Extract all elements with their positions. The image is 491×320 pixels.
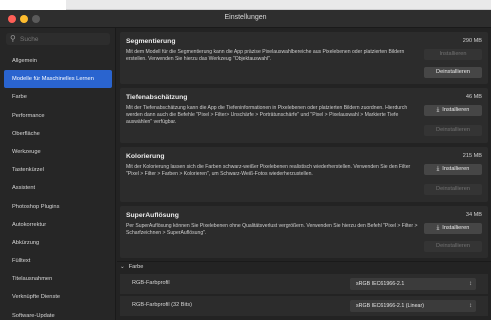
install-button-label: Installieren: [439, 51, 467, 57]
model-description: Mit der Tiefenabschätzung kann die App d…: [126, 105, 408, 126]
model-card-segmentierung: Segmentierung 290 MB Mit dem Modell für di…: [120, 32, 488, 84]
sidebar-item-verknüpfte-dienste[interactable]: Verknüpfte Dienste: [0, 288, 116, 306]
model-title: Kolorierung: [126, 153, 165, 160]
rgb-profile-32-select[interactable]: sRGB IEC61966-2.1 (Linear) ↕: [350, 300, 476, 312]
model-size: 46 MB: [465, 94, 482, 100]
sidebar-nav: Allgemein Modelle für Maschinelles Lernen…: [0, 52, 116, 320]
model-card-superaufloesung: SuperAuflösung 34 MB Per SuperAuflösung kö…: [120, 206, 488, 258]
search-box[interactable]: ⚲: [6, 33, 110, 45]
model-title: Segmentierung: [126, 38, 176, 45]
model-description: Mit dem Modell für die Segmentierung kan…: [126, 49, 405, 63]
model-description: Mit der Kolorierung lassen sich die Farb…: [126, 164, 411, 178]
title-bar: Einstellungen: [0, 10, 491, 28]
install-button[interactable]: Installieren: [424, 49, 482, 60]
download-icon: ⤓: [436, 107, 440, 113]
sidebar: ⚲ AllgemeinModelle für Maschinelles Lern…: [0, 28, 116, 320]
sidebar-item-performance[interactable]: Performance: [0, 107, 116, 125]
model-title: Tiefenabschätzung: [126, 94, 188, 101]
sidebar-item-oberfläche[interactable]: Oberfläche: [0, 125, 116, 143]
model-size: 290 MB: [462, 38, 482, 44]
rgb-profile-select[interactable]: sRGB IEC61966-2.1 ↕: [350, 278, 476, 290]
sidebar-item-werkzeuge[interactable]: Werkzeuge: [0, 143, 116, 161]
rgb-profile-32-value: sRGB IEC61966-2.1 (Linear): [356, 303, 425, 309]
rgb-profile-32-label: RGB-Farbprofil (32 Bits): [132, 302, 192, 308]
color-section-header[interactable]: ⌄ Farbe: [120, 264, 143, 270]
sidebar-item-assistent[interactable]: Assistent: [0, 179, 116, 197]
settings-window: Einstellungen ⚲ AllgemeinModelle für Mas…: [0, 10, 491, 320]
install-button[interactable]: ⤓ Installieren: [424, 223, 482, 234]
browser-top-strip: [0, 0, 491, 10]
sidebar-item-software-update[interactable]: Software-Update: [0, 307, 116, 320]
rgb-profile-label: RGB-Farbprofil: [132, 280, 170, 286]
uninstall-button[interactable]: Deinstallieren: [424, 184, 482, 195]
model-title: SuperAuflösung: [126, 212, 179, 219]
color-section-title: Farbe: [128, 264, 144, 270]
rgb-profile-value: sRGB IEC61966-2.1: [356, 281, 405, 287]
install-button[interactable]: ⤓ Installieren: [424, 105, 482, 116]
rgb-profile-row: RGB-Farbprofil sRGB IEC61966-2.1 ↕: [120, 274, 488, 294]
sidebar-item-abkürzung[interactable]: Abkürzung: [0, 234, 116, 252]
color-section: ⌄ Farbe RGB-Farbprofil sRGB IEC61966-2.1 …: [117, 261, 491, 320]
model-size: 34 MB: [465, 212, 482, 218]
model-description: Per SuperAuflösung können Sie Pixelebene…: [126, 223, 418, 237]
uninstall-button[interactable]: Deinstallieren: [424, 241, 482, 252]
sidebar-item-titelausnahmen[interactable]: Titelausnahmen: [0, 270, 116, 288]
sidebar-item-tastenkürzel[interactable]: Tastenkürzel: [0, 161, 116, 179]
install-button-label: Installieren: [442, 166, 470, 172]
updown-caret-icon: ↕: [469, 303, 472, 309]
rgb-profile-32-row: RGB-Farbprofil (32 Bits) sRGB IEC61966-2…: [120, 296, 488, 316]
window-title: Einstellungen: [224, 14, 267, 21]
model-card-tiefenabschaetzung: Tiefenabschätzung 46 MB Mit der Tiefenabsc…: [120, 88, 488, 143]
model-size: 215 MB: [462, 153, 482, 159]
search-icon: ⚲: [10, 34, 16, 43]
preferences-content: Segmentierung 290 MB Mit dem Modell für di…: [117, 28, 491, 320]
install-button-label: Installieren: [442, 107, 470, 113]
sidebar-item-modelle-für-maschinelles-lernen[interactable]: Modelle für Maschinelles Lernen: [4, 70, 112, 89]
download-icon: ⤓: [436, 225, 440, 231]
search-input[interactable]: [20, 35, 106, 44]
uninstall-button[interactable]: Deinstallieren: [424, 67, 482, 78]
install-button-label: Installieren: [442, 225, 470, 231]
install-button[interactable]: ⤓ Installieren: [424, 164, 482, 175]
sidebar-item-allgemein[interactable]: Allgemein: [0, 52, 116, 70]
uninstall-button[interactable]: Deinstallieren: [424, 125, 482, 136]
browser-tab-strip: [66, 0, 491, 10]
model-card-kolorierung: Kolorierung 215 MB Mit der Kolorierung las…: [120, 147, 488, 202]
chevron-down-icon: ⌄: [120, 264, 125, 270]
sidebar-item-autokorrektur[interactable]: Autokorrektur: [0, 216, 116, 234]
sidebar-item-fülltext[interactable]: Fülltext: [0, 252, 116, 270]
sidebar-item-photoshop-plugins[interactable]: Photoshop Plugins: [0, 198, 116, 216]
download-icon: ⤓: [436, 166, 440, 172]
updown-caret-icon: ↕: [469, 281, 472, 287]
sidebar-item-farbe[interactable]: Farbe: [0, 88, 116, 106]
